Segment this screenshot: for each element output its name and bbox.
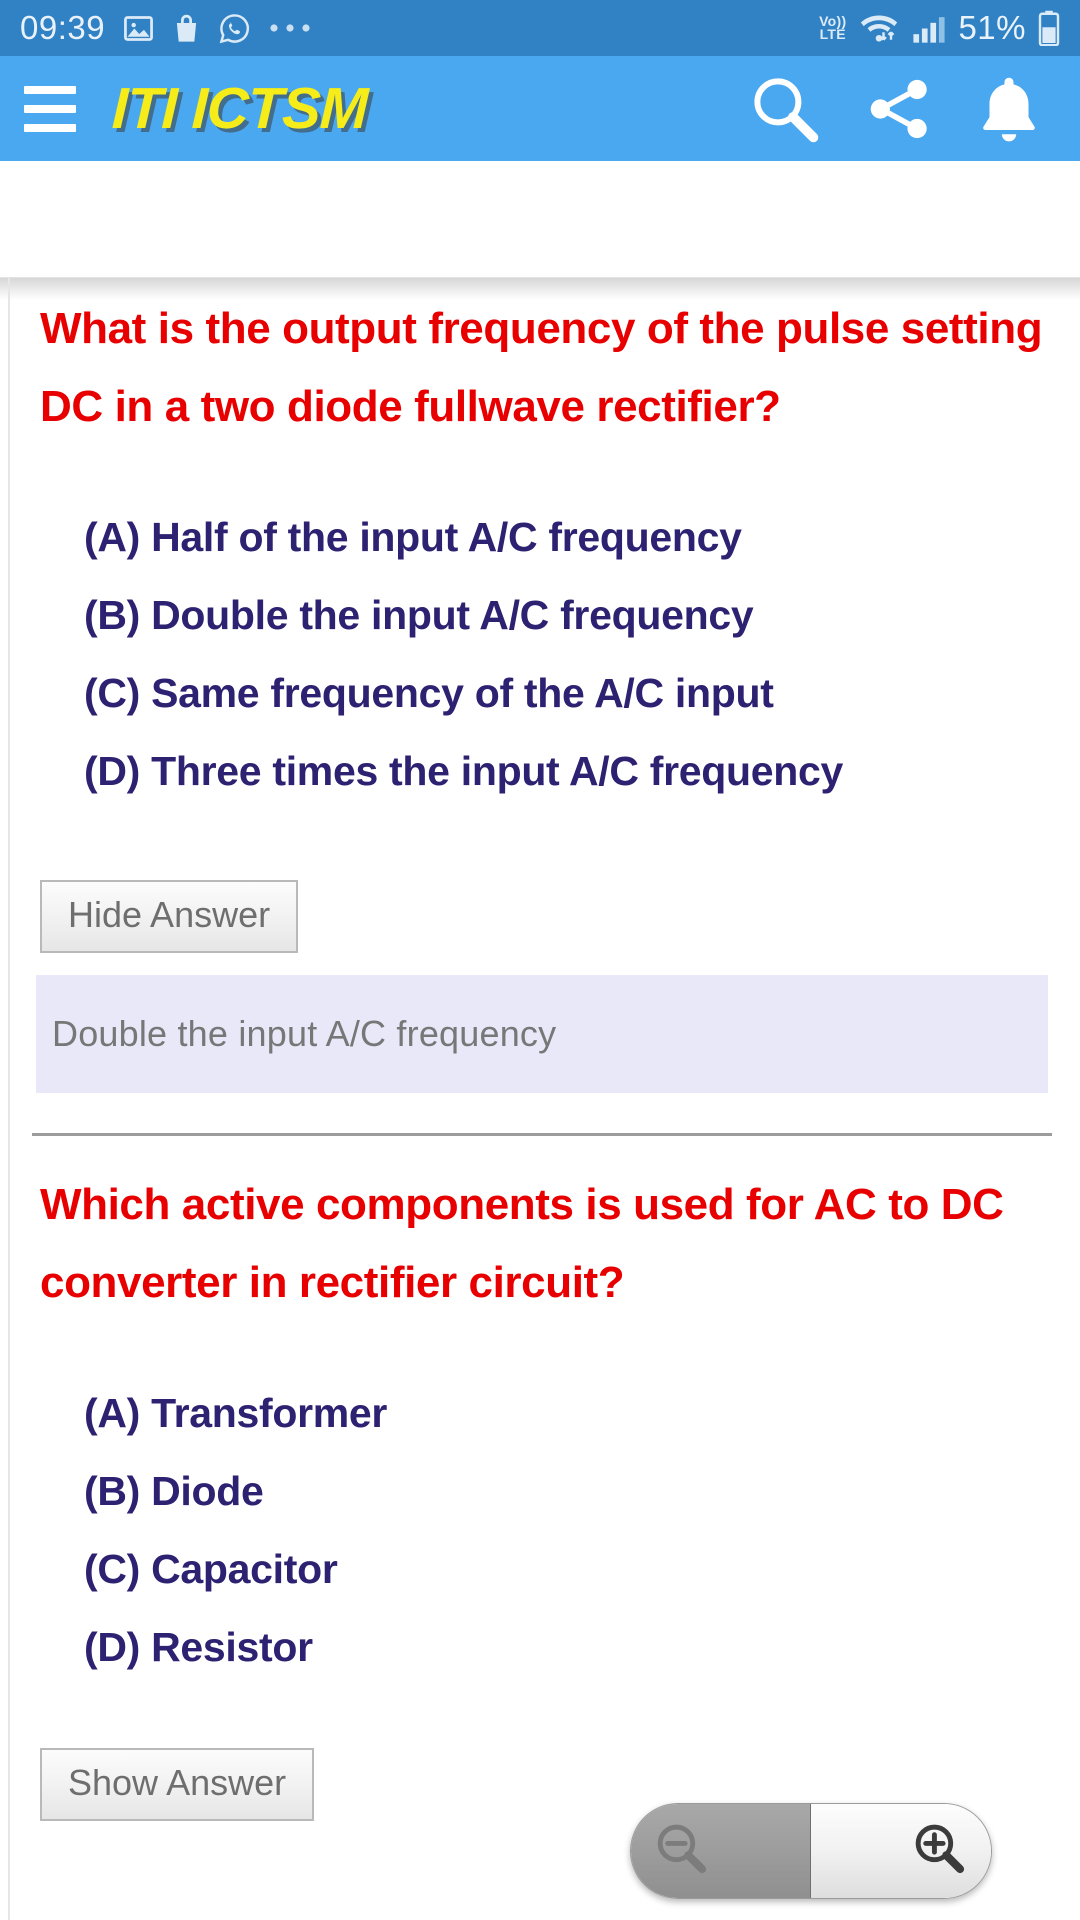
hide-answer-button[interactable]: Hide Answer [40, 880, 299, 953]
zoom-in-button[interactable] [811, 1804, 991, 1898]
status-bar-left-group: 09:39 [20, 9, 313, 47]
whatsapp-icon [218, 12, 251, 45]
battery-percent-label: 51% [958, 9, 1026, 46]
image-icon [122, 12, 155, 45]
shopping-bag-icon [172, 12, 201, 45]
question-2-line-1: Which active components is used for AC t… [40, 1180, 1004, 1229]
question-1-line-2: DC in a two diode fullwave rectifier? [40, 382, 781, 431]
zoom-control[interactable] [630, 1803, 992, 1899]
question-2-line-2: converter in rectifier circuit? [40, 1258, 625, 1307]
phone-screen: 09:39 Vo)) LTE 51% ITI ICTSM What is the… [0, 0, 1080, 1920]
overflow-dots-icon [268, 21, 313, 35]
show-answer-button[interactable]: Show Answer [40, 1748, 315, 1821]
battery-icon [1038, 10, 1060, 46]
cellular-signal-icon [912, 12, 946, 45]
quiz-content: What is the output frequency of the puls… [0, 290, 1080, 1821]
webview-content[interactable]: What is the output frequency of the puls… [0, 161, 1080, 1920]
app-title: ITI ICTSM [110, 76, 369, 141]
zoom-in-magnifier-icon [911, 1820, 969, 1883]
hamburger-menu-icon[interactable] [24, 85, 76, 132]
option-c[interactable]: (C) Capacitor [84, 1530, 1052, 1608]
option-a[interactable]: (A) Half of the input A/C frequency [84, 498, 1052, 576]
share-icon[interactable] [864, 74, 934, 144]
zoom-out-magnifier-icon [653, 1820, 711, 1883]
volte-icon: Vo)) LTE [819, 14, 846, 42]
wifi-icon [858, 12, 900, 45]
question-2-options: (A) Transformer (B) Diode (C) Capacitor … [40, 1374, 1052, 1686]
question-block-2: Which active components is used for AC t… [40, 1166, 1052, 1821]
search-icon[interactable] [748, 72, 822, 146]
answer-text-1: Double the input A/C frequency [52, 1013, 557, 1054]
status-bar-right-group: Vo)) LTE 51% [819, 9, 1060, 47]
app-bar: ITI ICTSM [0, 56, 1080, 161]
notification-bell-icon[interactable] [976, 73, 1042, 145]
app-bar-actions [748, 72, 1056, 146]
option-a[interactable]: (A) Transformer [84, 1374, 1052, 1452]
hamburger-bar-2 [24, 104, 76, 113]
hamburger-bar-3 [24, 123, 76, 132]
option-c[interactable]: (C) Same frequency of the A/C input [84, 654, 1052, 732]
question-divider [32, 1133, 1052, 1136]
question-block-1: What is the output frequency of the puls… [32, 290, 1052, 1136]
answer-box-1: Double the input A/C frequency [36, 975, 1048, 1093]
page-top-blank-area [0, 161, 1080, 278]
status-bar: 09:39 Vo)) LTE 51% [0, 0, 1080, 56]
zoom-out-button[interactable] [631, 1804, 811, 1898]
option-d[interactable]: (D) Resistor [84, 1608, 1052, 1686]
volte-label-bottom: LTE [819, 26, 846, 42]
option-b[interactable]: (B) Diode [84, 1452, 1052, 1530]
question-1-options: (A) Half of the input A/C frequency (B) … [40, 498, 1052, 810]
status-bar-clock: 09:39 [20, 9, 106, 46]
question-1-line-1: What is the output frequency of the puls… [40, 304, 1043, 353]
option-b[interactable]: (B) Double the input A/C frequency [84, 576, 1052, 654]
hamburger-bar-1 [24, 85, 76, 94]
option-d[interactable]: (D) Three times the input A/C frequency [84, 732, 1052, 810]
